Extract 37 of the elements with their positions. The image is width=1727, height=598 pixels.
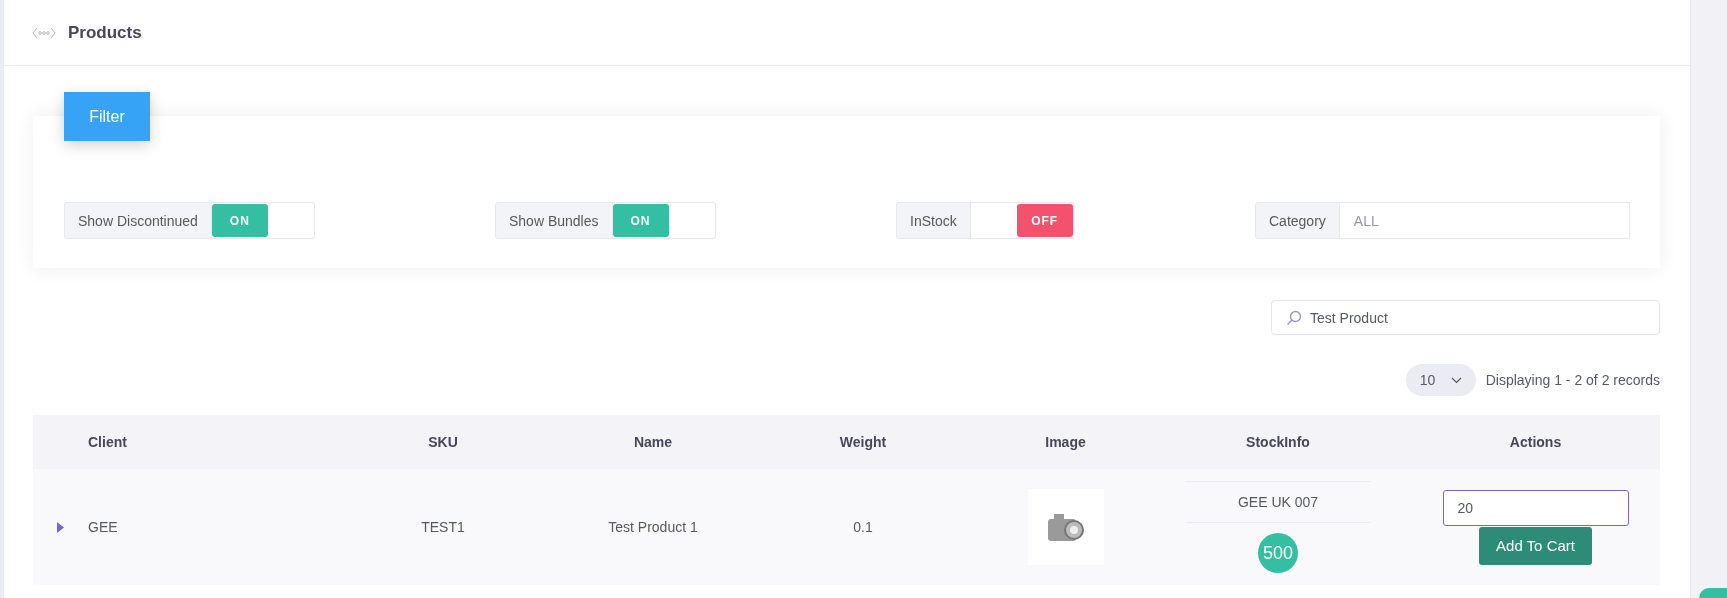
table-cell: 0.1 <box>853 519 873 535</box>
search-field[interactable]: Test Product <box>1271 300 1660 335</box>
filter-label: Show Discontinued <box>64 202 212 239</box>
filter-label: InStock <box>896 202 971 239</box>
filter-label: Category <box>1255 202 1340 239</box>
stock-location: GEE UK 007 <box>1185 481 1371 523</box>
toggle-state: ON <box>612 204 669 237</box>
column-header: Image <box>1045 434 1086 450</box>
column-header: StockInfo <box>1246 434 1310 450</box>
table-cell: TEST1 <box>421 519 465 535</box>
search-icon <box>1286 309 1302 326</box>
expand-caret-icon[interactable] <box>57 521 64 533</box>
toggle-switch[interactable]: OFF <box>970 202 1074 239</box>
column-header: Name <box>633 434 673 450</box>
column-header: Actions <box>1509 434 1562 450</box>
stock-count-badge: 500 <box>1258 533 1298 573</box>
add-to-cart-button[interactable]: Add To Cart <box>1479 526 1592 565</box>
column-header: Client <box>88 434 127 450</box>
chevron-down-icon <box>1450 376 1462 384</box>
toggle-state: ON <box>211 204 268 237</box>
toggle-state: OFF <box>1016 204 1073 237</box>
category-select[interactable]: ALL <box>1339 202 1630 239</box>
chat-button[interactable] <box>1699 588 1727 598</box>
ellipsis-icon[interactable] <box>32 26 56 39</box>
filter-button[interactable]: Filter <box>64 92 150 141</box>
page-title: Products <box>68 22 142 43</box>
page-size-select[interactable]: 10 <box>1405 364 1476 396</box>
column-header: Weight <box>839 434 887 450</box>
camera-icon <box>1045 511 1086 543</box>
quantity-input[interactable]: 20 <box>1442 489 1629 526</box>
toggle-switch[interactable]: ON <box>211 202 315 239</box>
table-cell: GEE <box>88 519 118 535</box>
column-header: SKU <box>428 434 458 450</box>
table-cell: Test Product 1 <box>608 519 698 535</box>
filter-label: Show Bundles <box>495 202 613 239</box>
records-summary: Displaying 1 - 2 of 2 records <box>1485 372 1660 388</box>
toggle-switch[interactable]: ON <box>612 202 716 239</box>
